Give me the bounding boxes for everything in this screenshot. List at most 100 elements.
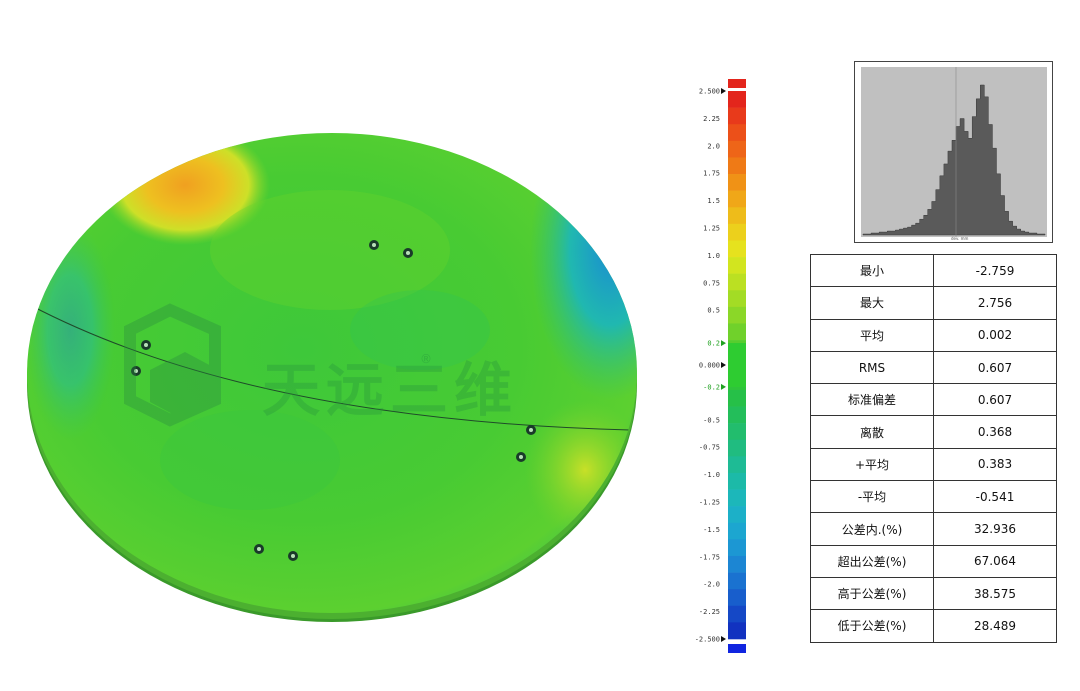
stats-label: 最大 xyxy=(810,286,934,320)
color-scale-band xyxy=(728,539,746,557)
stats-label: +平均 xyxy=(810,447,934,482)
color-scale-band xyxy=(728,207,746,225)
color-scale-bottom-cap xyxy=(728,644,746,653)
stats-row: +平均 0.383 xyxy=(810,447,1057,482)
stats-value: 32.936 xyxy=(933,512,1057,546)
color-scale-label: -0.5 xyxy=(703,416,720,424)
color-scale-band xyxy=(728,506,746,524)
stats-row: -平均 -0.541 xyxy=(810,480,1057,514)
stats-value: 0.368 xyxy=(933,415,1057,449)
marker-point xyxy=(369,240,379,250)
stats-row: 低于公差(%) 28.489 xyxy=(810,609,1057,643)
color-scale-label: 1.75 xyxy=(703,170,720,178)
color-scale-band xyxy=(728,240,746,258)
color-scale-band xyxy=(728,157,746,175)
histogram-axis-label: dev. mm xyxy=(951,236,968,241)
color-scale-marker xyxy=(721,383,726,390)
color-scale-band xyxy=(728,555,746,573)
stats-row: 高于公差(%) 38.575 xyxy=(810,576,1057,611)
color-scale-band xyxy=(728,257,746,274)
color-scale-band xyxy=(728,140,746,158)
stats-row: 最大 2.756 xyxy=(810,286,1057,320)
color-scale-label: 2.500 xyxy=(699,88,720,96)
color-scale-band xyxy=(728,174,746,191)
stats-value: 0.383 xyxy=(933,447,1057,482)
watermark-text: 天远三维 xyxy=(262,356,519,424)
stats-value: 0.002 xyxy=(933,318,1057,352)
color-scale-band xyxy=(728,124,746,142)
marker-point xyxy=(141,340,151,350)
color-scale-band xyxy=(728,306,746,324)
stats-row: 超出公差(%) 67.064 xyxy=(810,544,1057,578)
color-scale-band xyxy=(728,472,746,490)
stats-label: 最小 xyxy=(810,253,934,288)
stats-value: 28.489 xyxy=(933,609,1057,643)
color-scale-band xyxy=(728,456,746,474)
color-scale-label: -1.25 xyxy=(699,499,720,507)
color-scale-bands xyxy=(728,79,746,653)
watermark-registered-mark: ® xyxy=(420,352,432,366)
stats-label: 离散 xyxy=(810,415,934,449)
color-scale-band xyxy=(728,273,746,291)
color-scale-band xyxy=(728,290,746,308)
color-scale-labels: 2.500 2.25 2.0 1.75 1.5 1.25 1.0 0.75 0.5 0.2 0.00… xyxy=(695,88,720,644)
color-scale-label: -2.500 xyxy=(695,636,720,644)
tolerance-band xyxy=(728,343,746,387)
stats-value: -0.541 xyxy=(933,480,1057,514)
stats-value: 67.064 xyxy=(933,544,1057,578)
color-scale-marker xyxy=(721,362,726,368)
color-scale-label: -2.25 xyxy=(699,608,720,616)
stats-label: 平均 xyxy=(810,318,934,352)
color-scale-label: -1.0 xyxy=(703,471,720,479)
stats-label: 标准偏差 xyxy=(810,383,934,417)
marker-point xyxy=(288,551,298,561)
deviation-color-scale: 2.500 2.25 2.0 1.75 1.5 1.25 1.0 0.75 0.5 0.2 0.00… xyxy=(695,79,746,653)
color-scale-label: 0.000 xyxy=(699,362,720,370)
color-scale-label: 1.5 xyxy=(707,197,720,205)
stats-value: 38.575 xyxy=(933,576,1057,611)
stats-row: RMS 0.607 xyxy=(810,350,1057,385)
color-scale-label: 2.25 xyxy=(703,115,720,123)
stats-label: 公差内.(%) xyxy=(810,512,934,546)
color-scale-band xyxy=(728,190,746,208)
stats-label: -平均 xyxy=(810,480,934,514)
color-scale-label: -1.5 xyxy=(703,526,720,534)
stats-row: 公差内.(%) 32.936 xyxy=(810,512,1057,546)
color-scale-band xyxy=(728,223,746,241)
color-scale-band xyxy=(728,439,746,457)
color-scale-label: 2.0 xyxy=(707,142,720,150)
deviation-disk-view[interactable] xyxy=(0,0,690,691)
color-scale-band xyxy=(728,572,746,590)
stats-row: 离散 0.368 xyxy=(810,415,1057,449)
stats-label: 超出公差(%) xyxy=(810,544,934,578)
deviation-histogram: dev. mm xyxy=(854,61,1053,243)
stats-label: 低于公差(%) xyxy=(810,609,934,643)
color-scale-band xyxy=(728,522,746,540)
color-scale-label: 0.2 xyxy=(707,340,720,348)
color-scale-marker xyxy=(721,636,726,642)
statistics-table: 最小 -2.759 最大 2.756 平均 0.002 RMS 0.607 标准偏差 0.607 离… xyxy=(810,253,1057,643)
marker-point xyxy=(403,248,413,258)
stats-row: 最小 -2.759 xyxy=(810,253,1057,288)
stats-value: 2.756 xyxy=(933,286,1057,320)
stats-label: RMS xyxy=(810,350,934,385)
color-scale-marker xyxy=(721,88,726,94)
color-scale-label: 0.5 xyxy=(707,307,720,315)
color-scale-label: -1.75 xyxy=(699,553,720,561)
color-scale-top-cap xyxy=(728,79,746,88)
stats-value: 0.607 xyxy=(933,383,1057,417)
color-scale-band xyxy=(728,622,746,640)
stats-value: 0.607 xyxy=(933,350,1057,385)
marker-point xyxy=(516,452,526,462)
stats-row: 标准偏差 0.607 xyxy=(810,383,1057,417)
stats-value: -2.759 xyxy=(933,253,1057,288)
color-scale-band xyxy=(728,423,746,441)
color-scale-label: -2.0 xyxy=(703,581,720,589)
color-scale-marker xyxy=(721,340,726,347)
color-scale-band xyxy=(728,589,746,607)
color-scale-label: 1.0 xyxy=(707,252,720,260)
color-scale-band xyxy=(728,489,746,507)
color-scale-band xyxy=(728,107,746,125)
color-scale-band xyxy=(728,406,746,424)
color-scale-band xyxy=(728,91,746,108)
